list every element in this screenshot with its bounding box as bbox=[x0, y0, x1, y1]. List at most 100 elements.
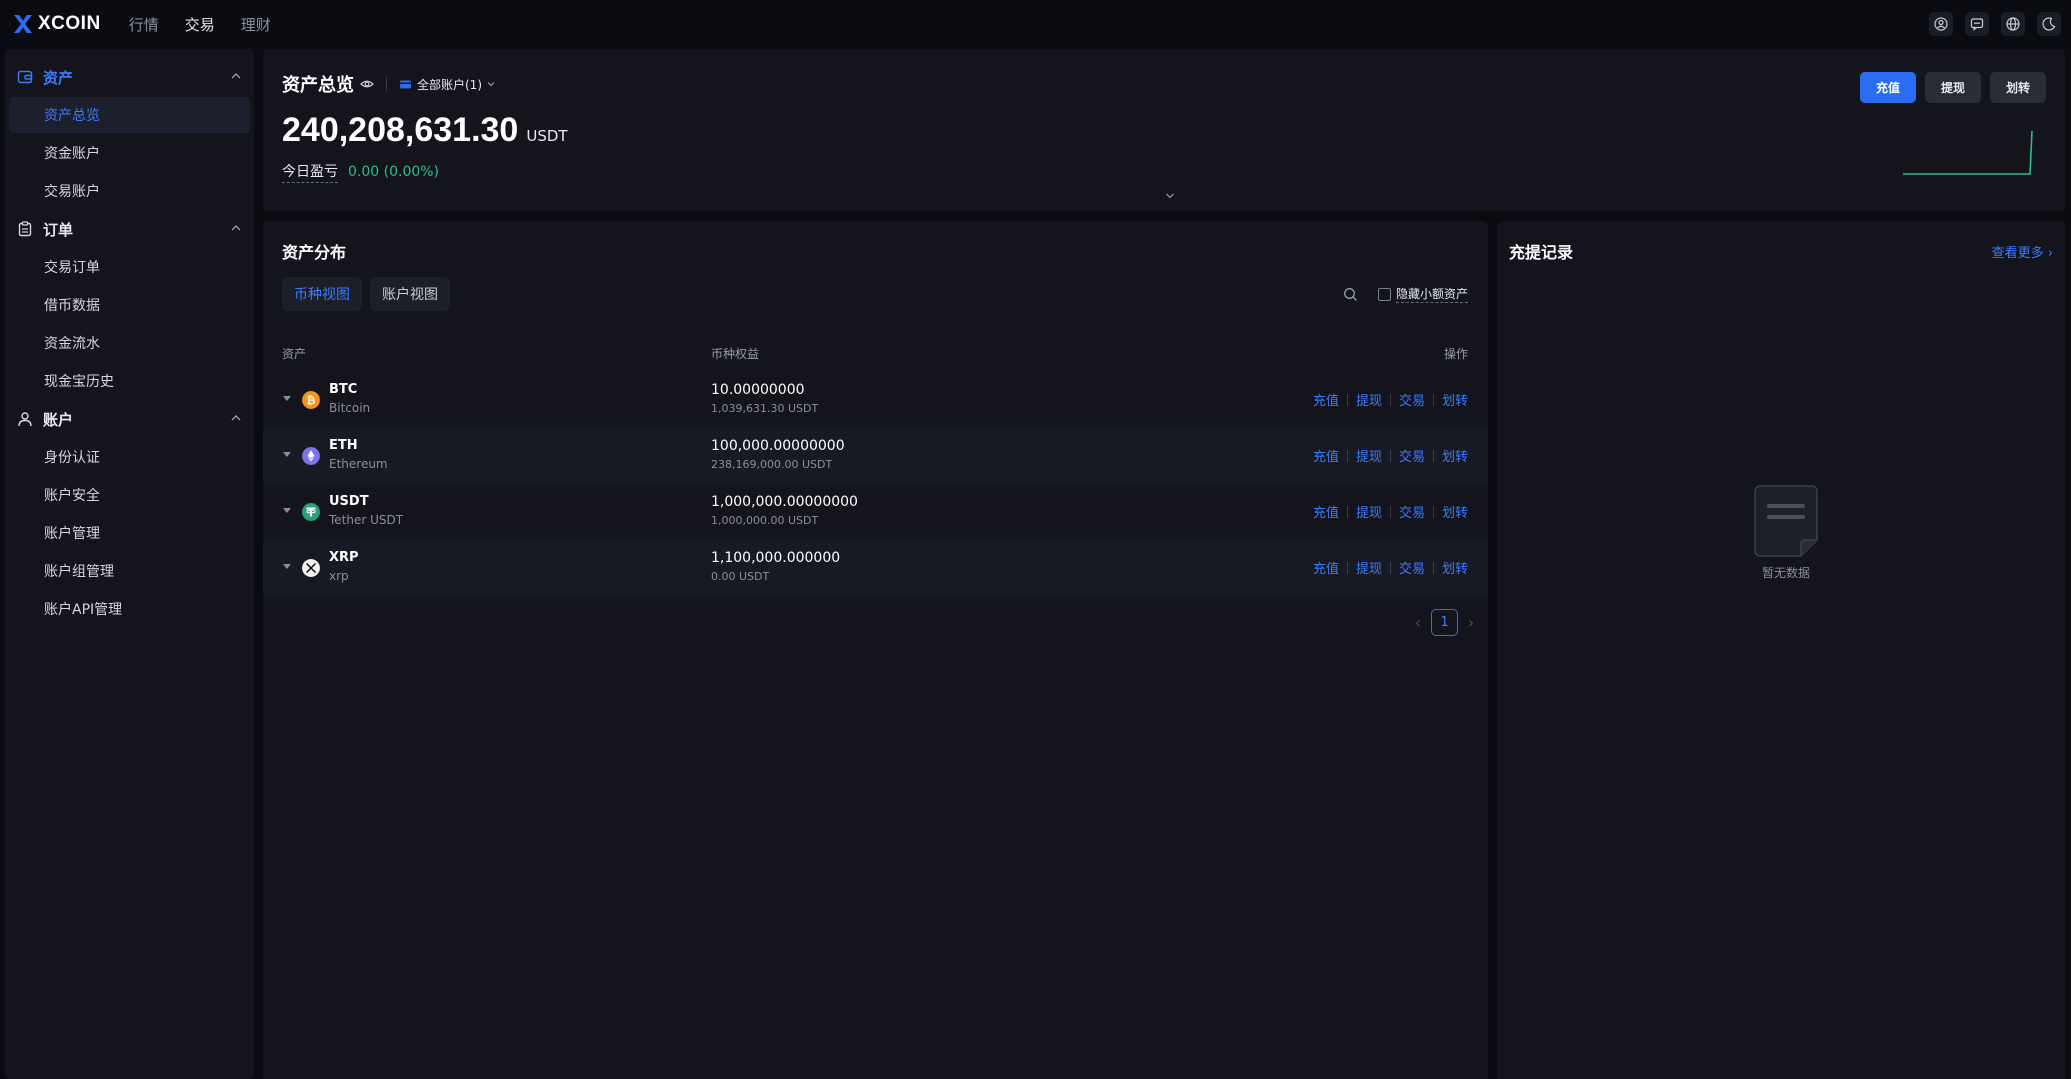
section-title: 充提记录 bbox=[1509, 243, 1574, 262]
column-header-asset: 资产 bbox=[282, 347, 307, 361]
sidebar-item-funding-account[interactable]: 资金账户 bbox=[9, 135, 250, 171]
eth-icon bbox=[302, 447, 320, 465]
logo[interactable]: XCOIN bbox=[12, 13, 101, 35]
eye-icon[interactable] bbox=[360, 77, 374, 91]
sidebar-item-asset-overview[interactable]: 资产总览 bbox=[9, 97, 250, 133]
account-selector[interactable]: 全部账户(1) bbox=[399, 76, 496, 93]
coin-balance: 1,000,000.00000000 bbox=[711, 494, 858, 510]
divider bbox=[1389, 505, 1391, 518]
divider bbox=[1432, 561, 1434, 574]
sidebar-group-label: 账户 bbox=[43, 410, 74, 429]
coin-symbol: BTC bbox=[329, 382, 358, 397]
page-number[interactable]: 1 bbox=[1431, 609, 1458, 636]
svg-text:₿: ₿ bbox=[307, 394, 316, 407]
expand-chevron-icon[interactable] bbox=[1163, 189, 1177, 203]
withdraw-button[interactable]: 提现 bbox=[1925, 72, 1981, 103]
coin-name: Tether USDT bbox=[329, 513, 404, 527]
sidebar-group-account[interactable]: 账户 bbox=[5, 401, 254, 437]
sidebar: 资产 资产总览 资金账户 交易账户 订单 交易订单 借币数据 资金流水 现金宝历… bbox=[5, 49, 254, 1079]
brand-name: XCOIN bbox=[38, 13, 101, 34]
coin-name: Bitcoin bbox=[329, 401, 371, 415]
chevron-up-icon bbox=[231, 225, 241, 231]
sidebar-group-assets[interactable]: 资产 bbox=[5, 59, 254, 95]
hide-small-checkbox[interactable] bbox=[1377, 287, 1391, 301]
divider bbox=[1389, 449, 1391, 462]
expand-row-icon[interactable] bbox=[283, 508, 291, 513]
wallet-icon bbox=[17, 70, 33, 84]
asset-table: ₿ BTC Bitcoin 10.00000000 1,039,631.30 U… bbox=[263, 372, 1488, 596]
usdt-icon bbox=[302, 503, 320, 521]
sidebar-group-orders[interactable]: 订单 bbox=[5, 211, 254, 247]
search-icon[interactable] bbox=[1343, 287, 1358, 302]
chevron-right-icon: › bbox=[2047, 246, 2053, 261]
table-header: 资产 币种权益 操作 bbox=[263, 345, 1488, 365]
sidebar-item-cash-history[interactable]: 现金宝历史 bbox=[9, 363, 250, 399]
sidebar-item-fund-flow[interactable]: 资金流水 bbox=[9, 325, 250, 361]
row-transfer-link[interactable]: 划转 bbox=[1442, 502, 1468, 521]
sidebar-group-label: 订单 bbox=[43, 220, 74, 239]
message-icon[interactable] bbox=[1965, 12, 1989, 36]
coin-balance: 100,000.00000000 bbox=[711, 438, 845, 454]
chevron-down-icon bbox=[487, 82, 495, 87]
row-deposit-link[interactable]: 充值 bbox=[1313, 390, 1339, 409]
row-trade-link[interactable]: 交易 bbox=[1399, 446, 1425, 465]
globe-icon[interactable] bbox=[2001, 12, 2025, 36]
nav-trade[interactable]: 交易 bbox=[185, 14, 215, 35]
daily-pnl-value: 0.00 (0.00%) bbox=[348, 164, 440, 180]
row-withdraw-link[interactable]: 提现 bbox=[1356, 446, 1382, 465]
deposit-withdraw-records-panel: 充提记录 查看更多 › 暂无数据 bbox=[1497, 221, 2065, 1079]
person-icon bbox=[18, 412, 32, 427]
tab-coin-view[interactable]: 币种视图 bbox=[282, 277, 362, 311]
expand-row-icon[interactable] bbox=[283, 396, 291, 401]
sidebar-item-api-management[interactable]: 账户API管理 bbox=[9, 591, 250, 627]
btc-icon: ₿ bbox=[302, 391, 320, 409]
row-trade-link[interactable]: 交易 bbox=[1399, 502, 1425, 521]
asset-distribution-panel: 资产分布 币种视图 账户视图 隐藏小额资产 资产 币种权益 操作 ₿ BTC B… bbox=[263, 221, 1488, 1079]
next-page-icon[interactable]: › bbox=[1464, 613, 1478, 632]
tab-account-view[interactable]: 账户视图 bbox=[370, 277, 450, 311]
row-deposit-link[interactable]: 充值 bbox=[1313, 502, 1339, 521]
prev-page-icon[interactable]: ‹ bbox=[1411, 613, 1425, 632]
row-transfer-link[interactable]: 划转 bbox=[1442, 446, 1468, 465]
nav-market[interactable]: 行情 bbox=[129, 14, 159, 35]
top-bar: XCOIN 行情 交易 理财 bbox=[0, 0, 2071, 48]
row-trade-link[interactable]: 交易 bbox=[1399, 558, 1425, 577]
column-header-equity: 币种权益 bbox=[711, 347, 760, 361]
row-deposit-link[interactable]: 充值 bbox=[1313, 446, 1339, 465]
row-transfer-link[interactable]: 划转 bbox=[1442, 558, 1468, 577]
row-transfer-link[interactable]: 划转 bbox=[1442, 390, 1468, 409]
row-withdraw-link[interactable]: 提现 bbox=[1356, 502, 1382, 521]
sidebar-item-trading-account[interactable]: 交易账户 bbox=[9, 173, 250, 209]
coin-symbol: ETH bbox=[329, 438, 358, 453]
view-more-link[interactable]: 查看更多 › bbox=[1992, 242, 2053, 261]
divider bbox=[1389, 393, 1391, 406]
sidebar-item-account-group[interactable]: 账户组管理 bbox=[9, 553, 250, 589]
divider bbox=[1432, 505, 1434, 518]
row-actions: 充值 提现 交易 划转 bbox=[1313, 446, 1468, 465]
coin-name: xrp bbox=[329, 569, 349, 583]
row-deposit-link[interactable]: 充值 bbox=[1313, 558, 1339, 577]
expand-row-icon[interactable] bbox=[283, 564, 291, 569]
xcoin-logo-icon bbox=[14, 15, 32, 33]
nav-finance[interactable]: 理财 bbox=[241, 14, 271, 35]
section-title: 资产分布 bbox=[282, 243, 347, 262]
user-icon[interactable] bbox=[1929, 12, 1953, 36]
sidebar-item-borrow-data[interactable]: 借币数据 bbox=[9, 287, 250, 323]
transfer-button[interactable]: 划转 bbox=[1990, 72, 2046, 103]
row-trade-link[interactable]: 交易 bbox=[1399, 390, 1425, 409]
deposit-button[interactable]: 充值 bbox=[1860, 72, 1916, 103]
sidebar-item-trade-orders[interactable]: 交易订单 bbox=[9, 249, 250, 285]
account-selector-label: 全部账户(1) bbox=[417, 77, 482, 92]
row-withdraw-link[interactable]: 提现 bbox=[1356, 558, 1382, 577]
daily-pnl-label[interactable]: 今日盈亏 bbox=[282, 161, 338, 183]
sidebar-item-identity[interactable]: 身份认证 bbox=[9, 439, 250, 475]
moon-icon[interactable] bbox=[2037, 12, 2061, 36]
row-withdraw-link[interactable]: 提现 bbox=[1356, 390, 1382, 409]
divider bbox=[1346, 561, 1348, 574]
expand-row-icon[interactable] bbox=[283, 452, 291, 457]
page-title: 资产总览 bbox=[282, 75, 354, 96]
sidebar-item-account-management[interactable]: 账户管理 bbox=[9, 515, 250, 551]
hide-small-label[interactable]: 隐藏小额资产 bbox=[1395, 285, 1468, 303]
asset-overview-card: 资产总览 全部账户(1) 240,208,631.30 USDT 今日盈亏 0.… bbox=[263, 49, 2065, 211]
sidebar-item-security[interactable]: 账户安全 bbox=[9, 477, 250, 513]
